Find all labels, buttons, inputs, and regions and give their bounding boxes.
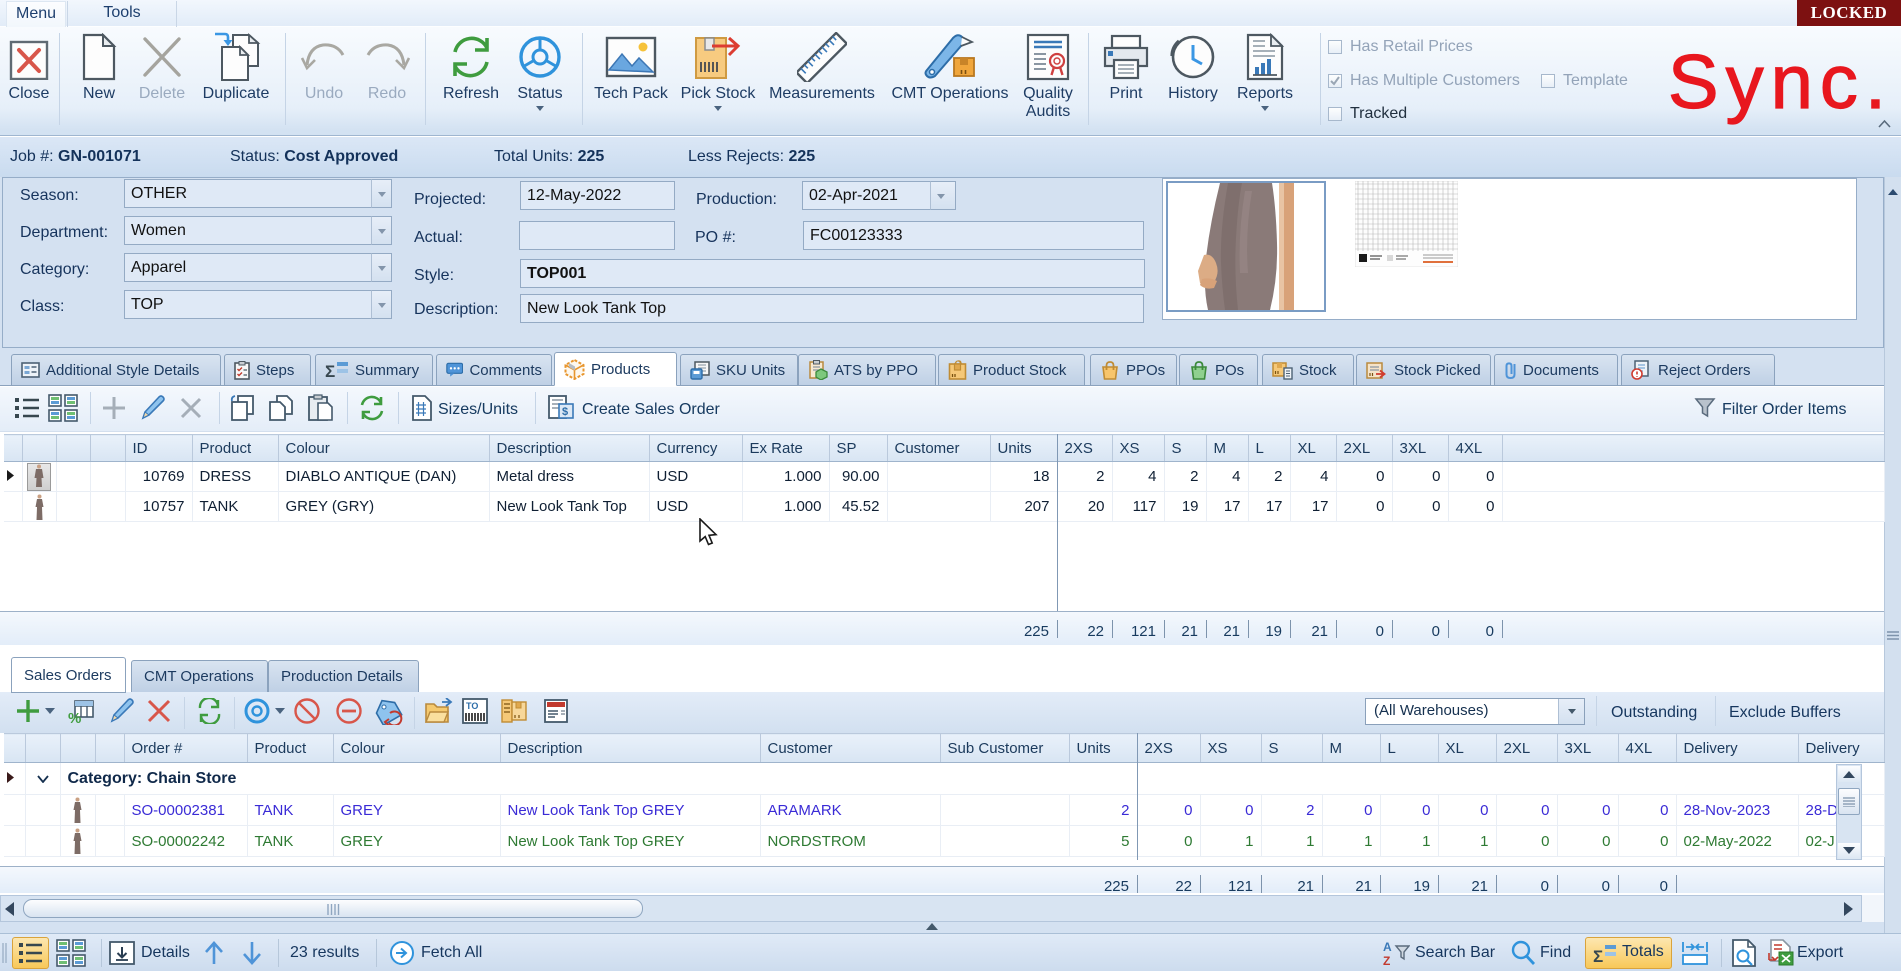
svg-text:Σ: Σ	[1593, 947, 1603, 965]
svg-text:%: %	[68, 710, 81, 724]
svg-text:TO: TO	[466, 701, 478, 711]
svg-text:Σ: Σ	[325, 362, 335, 379]
svg-text:A: A	[1383, 940, 1392, 954]
svg-text:$: $	[562, 406, 568, 418]
svg-text:Z: Z	[1383, 954, 1390, 968]
